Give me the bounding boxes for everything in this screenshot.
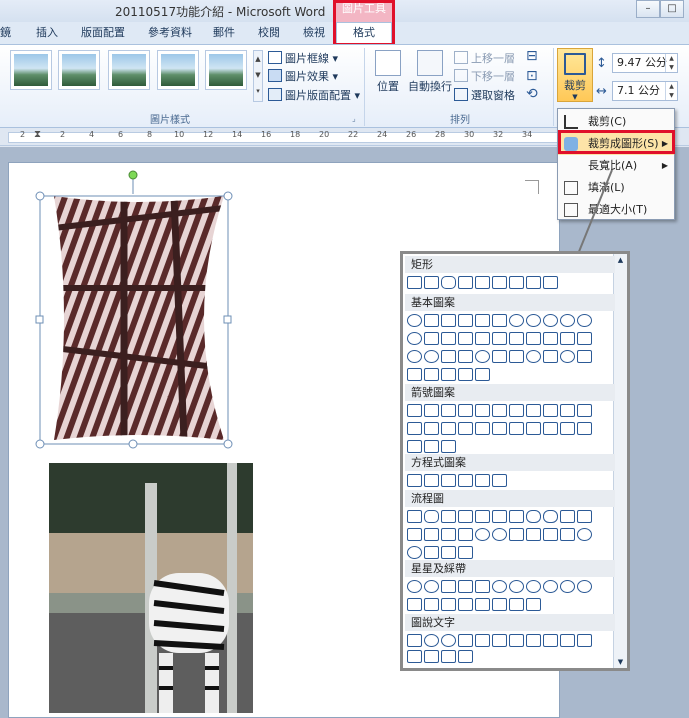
window-title: 20110517功能介紹 - Microsoft Word xyxy=(115,5,326,19)
indent-marker[interactable]: ⧗ xyxy=(34,129,41,140)
picture-effects-button[interactable]: 圖片效果 ▾ xyxy=(268,68,338,84)
ruler-tick: 22 xyxy=(348,130,359,139)
ruler-tick: 32 xyxy=(493,130,504,139)
picture-border-button[interactable]: 圖片框線 ▾ xyxy=(268,50,338,66)
height-spinner[interactable]: ▲ ▼ xyxy=(665,54,677,72)
picture-styles-group-label: 圖片樣式 xyxy=(150,115,190,126)
height-field[interactable]: 9.47 公分 ▲ ▼ xyxy=(612,53,678,73)
arrow-shapes-row-2[interactable] xyxy=(407,422,619,438)
callouts-row-1[interactable] xyxy=(407,634,619,650)
ruler-tick: 28 xyxy=(435,130,446,139)
section-flowchart: 流程圖 xyxy=(405,490,615,507)
zebra-picture[interactable] xyxy=(49,463,253,713)
ruler-tick: 18 xyxy=(290,130,301,139)
picture-layout-icon xyxy=(268,88,282,101)
ruler-tick: 4 xyxy=(89,130,95,139)
ruler-tick: 2 xyxy=(60,130,66,139)
arrange-group-label: 排列 xyxy=(450,115,470,126)
flowchart-row-1[interactable] xyxy=(407,510,619,526)
selected-picture[interactable] xyxy=(34,168,240,454)
ruler-tick: 10 xyxy=(174,130,185,139)
ruler-tick: 14 xyxy=(232,130,243,139)
position-icon xyxy=(375,50,401,76)
crop-to-shape-highlight xyxy=(558,130,675,154)
selection-pane-icon xyxy=(454,88,468,101)
tab-home-partial[interactable]: 鏡 xyxy=(0,24,11,44)
group-icon[interactable]: ⊡ xyxy=(526,68,538,84)
ruler-tick: 30 xyxy=(464,130,475,139)
flowchart-row-2[interactable] xyxy=(407,528,619,544)
section-basic-shapes: 基本圖案 xyxy=(405,294,615,311)
section-equation-shapes: 方程式圖案 xyxy=(405,454,615,471)
equation-shapes-row[interactable] xyxy=(407,474,619,490)
shapes-gallery: ▲ ▼ 矩形 基本圖案 箭號圖案 方程式圖案 流程圖 星星及綵帶 圖說文字 xyxy=(400,251,630,671)
tab-insert[interactable]: 插入 xyxy=(36,24,58,44)
send-backward-button[interactable]: 下移一層 xyxy=(454,68,515,84)
width-field[interactable]: 7.1 公分 ▲ ▼ xyxy=(612,81,678,101)
arrow-shapes-row-1[interactable] xyxy=(407,404,619,420)
basic-shapes-row-3[interactable] xyxy=(407,350,619,366)
scroll-up-icon[interactable]: ▲ xyxy=(614,256,627,264)
wrap-text-button[interactable]: 自動換行 xyxy=(406,48,454,106)
picture-style-1[interactable] xyxy=(10,50,52,90)
tab-references[interactable]: 參考資料 xyxy=(148,24,192,44)
tab-review[interactable]: 校閱 xyxy=(258,24,280,44)
picture-style-5[interactable] xyxy=(205,50,247,90)
section-stars-banners: 星星及綵帶 xyxy=(405,560,615,577)
section-callouts: 圖說文字 xyxy=(405,614,615,631)
chevron-down-icon: ▼ xyxy=(572,93,578,101)
ruler-tick: 20 xyxy=(319,130,330,139)
margin-corner-mark xyxy=(525,180,539,194)
height-icon: ↕ xyxy=(596,56,607,71)
rotate-icon[interactable]: ⟲ xyxy=(526,86,538,102)
group-separator xyxy=(553,48,554,126)
submenu-arrow-icon: ▶ xyxy=(661,161,668,170)
minimize-button[interactable]: – xyxy=(636,0,660,18)
rotate-handle[interactable] xyxy=(128,170,138,180)
ruler-tick: 2 xyxy=(20,130,26,139)
tab-mailings[interactable]: 郵件 xyxy=(213,24,235,44)
picture-style-4[interactable] xyxy=(157,50,199,90)
bring-forward-button[interactable]: 上移一層 xyxy=(454,50,515,66)
wrap-text-icon xyxy=(417,50,443,76)
picture-border-icon xyxy=(268,51,282,64)
ruler-tick: 6 xyxy=(118,130,124,139)
tab-page-layout[interactable]: 版面配置 xyxy=(81,24,125,44)
picture-layout-button[interactable]: 圖片版面配置 ▾ xyxy=(268,87,360,103)
crop-icon xyxy=(564,53,586,75)
picture-effects-icon xyxy=(268,69,282,82)
basic-shapes-row-4[interactable] xyxy=(407,368,619,384)
styles-gallery-scroll[interactable]: ▲ ▼ ▾ xyxy=(253,50,263,102)
ruler-tick: 24 xyxy=(377,130,388,139)
banners-row[interactable] xyxy=(407,598,619,614)
picture-style-2[interactable] xyxy=(58,50,100,90)
width-spinner[interactable]: ▲ ▼ xyxy=(665,82,677,100)
ruler-tick: 26 xyxy=(406,130,417,139)
selection-pane-button[interactable]: 選取窗格 xyxy=(454,87,515,103)
basic-shapes-row-2[interactable] xyxy=(407,332,619,348)
section-rectangles: 矩形 xyxy=(405,256,615,273)
dialog-launcher-icon[interactable]: ⌟ xyxy=(352,114,356,123)
send-backward-icon xyxy=(454,69,468,82)
tab-view[interactable]: 檢視 xyxy=(303,24,325,44)
ruler-tick: 12 xyxy=(203,130,214,139)
maximize-button[interactable]: □ xyxy=(660,0,684,18)
group-separator xyxy=(364,48,365,126)
width-icon: ↔ xyxy=(596,84,607,99)
section-block-arrows: 箭號圖案 xyxy=(405,384,615,401)
stars-row-1[interactable] xyxy=(407,580,619,596)
crop-icon xyxy=(564,115,578,129)
ruler-tick: 16 xyxy=(261,130,272,139)
callouts-row-2[interactable] xyxy=(407,650,619,666)
ruler-tick: 8 xyxy=(147,130,153,139)
align-icon[interactable]: ⊟ xyxy=(526,48,538,64)
crop-button[interactable]: 裁剪 ▼ xyxy=(557,48,593,102)
format-tab-highlight xyxy=(333,0,395,46)
ruler-tick: 34 xyxy=(522,130,533,139)
rectangle-shapes-row[interactable] xyxy=(407,276,619,292)
basic-shapes-row-1[interactable] xyxy=(407,314,619,330)
picture-style-3[interactable] xyxy=(108,50,150,90)
bring-forward-icon xyxy=(454,51,468,64)
position-button[interactable]: 位置 xyxy=(368,48,408,106)
